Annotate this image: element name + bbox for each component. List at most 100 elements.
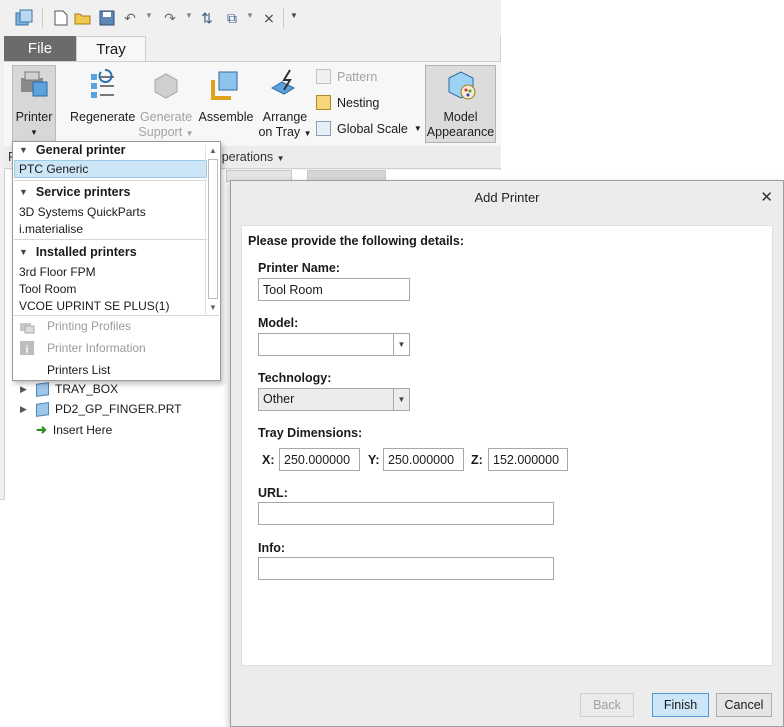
generate-support-label-line1: Generate [139, 110, 193, 124]
tray-z-input[interactable] [488, 448, 568, 471]
operations-group-label[interactable]: Operations ▼ [212, 150, 285, 164]
model-select[interactable]: ▼ [258, 333, 410, 356]
tree-item-label: Insert Here [52, 423, 113, 437]
part-icon [36, 401, 49, 417]
assemble-label: Assemble [198, 110, 254, 124]
save-icon[interactable] [97, 8, 117, 28]
close-icon[interactable]: ✕ [760, 188, 773, 206]
pattern-icon [316, 69, 331, 84]
arrange-label-line2: on Tray [258, 125, 301, 139]
printer-dropdown-arrow-icon: ▼ [30, 128, 38, 137]
dialog-title: Add Printer [474, 189, 540, 205]
collapse-icon[interactable]: ▼ [19, 247, 28, 257]
regenerate-small-icon[interactable]: ⇅ [197, 8, 217, 28]
tree-item-pd2-gp-finger[interactable]: ▶ PD2_GP_FINGER.PRT [20, 401, 182, 417]
assemble-button[interactable]: Assemble [196, 68, 256, 125]
redo-icon[interactable]: ↷ [160, 8, 180, 28]
windows-icon[interactable]: ⧉ [222, 8, 242, 28]
printer-name-input[interactable] [258, 278, 410, 301]
tray-x-input[interactable] [279, 448, 360, 471]
technology-value: Other [263, 392, 295, 406]
operations-dropdown-icon: ▼ [276, 154, 285, 163]
model-appearance-icon [448, 71, 475, 100]
printing-profiles-icon [20, 323, 35, 334]
printing-profiles-item[interactable]: Printing Profiles [19, 318, 131, 334]
tab-tray[interactable]: Tray [76, 36, 146, 62]
model-appearance-button[interactable]: Model Appearance [425, 68, 496, 140]
instructions-text: Please provide the following details: [248, 234, 465, 248]
technology-select[interactable]: Other ▼ [258, 388, 410, 411]
undo-icon[interactable]: ↶ [120, 8, 140, 28]
printer-item-3rd-floor-fpm[interactable]: 3rd Floor FPM [19, 265, 96, 279]
tray-y-input[interactable] [383, 448, 464, 471]
printer-item-3d-systems-quickparts[interactable]: 3D Systems QuickParts [19, 205, 146, 219]
tree-item-label: PD2_GP_FINGER.PRT [55, 402, 182, 416]
printer-label: Printer [15, 110, 53, 124]
global-scale-dropdown-icon: ▼ [413, 124, 422, 133]
global-scale-icon [316, 121, 331, 136]
scroll-down-icon[interactable]: ▼ [209, 303, 217, 312]
pattern-button[interactable]: Pattern [316, 69, 377, 84]
nesting-label: Nesting [337, 95, 380, 110]
global-scale-button[interactable]: Global Scale ▼ [316, 121, 422, 136]
model-appearance-label-line1: Model [443, 110, 478, 124]
windows-dropdown-icon[interactable]: ▼ [246, 11, 254, 20]
regenerate-button[interactable]: Regenerate [70, 68, 136, 125]
tree-item-tray-box[interactable]: ▶ TRAY_BOX [20, 381, 118, 397]
arrange-on-tray-button[interactable]: Arrange on Tray ▼ [256, 68, 314, 141]
chevron-down-icon[interactable]: ▼ [393, 389, 409, 410]
printer-dropdown-menu: ▼ General printer PTC Generic ▼ Service … [12, 141, 221, 381]
tree-item-insert-here[interactable]: ➜ Insert Here [36, 422, 112, 438]
printer-information-item[interactable]: i Printer Information [19, 340, 146, 356]
finish-button[interactable]: Finish [652, 693, 709, 717]
pattern-label: Pattern [337, 69, 378, 84]
close-window-icon[interactable]: ⨯ [259, 8, 279, 28]
new-file-icon[interactable] [51, 8, 71, 28]
collapse-icon[interactable]: ▼ [19, 145, 28, 155]
redo-dropdown-icon[interactable]: ▼ [185, 11, 193, 20]
arrange-label-line1: Arrange [262, 110, 308, 124]
expand-icon[interactable]: ▶ [20, 404, 30, 415]
app-menu-icon[interactable] [14, 8, 34, 28]
scrollbar-thumb[interactable] [208, 159, 218, 299]
model-label: Model: [258, 316, 299, 330]
regenerate-label: Regenerate [70, 110, 136, 124]
global-scale-label: Global Scale [337, 121, 408, 136]
divider [14, 180, 207, 181]
dialog-body: Please provide the following details: Pr… [241, 225, 773, 666]
info-input[interactable] [258, 557, 554, 580]
chevron-down-icon[interactable]: ▼ [393, 334, 409, 355]
y-label: Y: [368, 453, 380, 467]
cancel-button[interactable]: Cancel [716, 693, 772, 717]
open-folder-icon[interactable] [73, 8, 93, 28]
printer-item-i-materialise[interactable]: i.materialise [19, 222, 83, 236]
printer-button[interactable]: Printer ▼ [12, 68, 56, 140]
scroll-up-icon[interactable]: ▲ [209, 146, 217, 155]
back-button[interactable]: Back [580, 693, 634, 717]
printer-name-label: Printer Name: [258, 261, 340, 275]
regenerate-icon [91, 69, 114, 98]
printer-item-tool-room[interactable]: Tool Room [19, 282, 76, 296]
generate-support-button[interactable]: Generate Support ▼ [138, 68, 194, 141]
svg-text:i: i [25, 344, 28, 356]
undo-dropdown-icon[interactable]: ▼ [145, 11, 153, 20]
printers-list-item[interactable]: Printers List [19, 362, 110, 378]
expand-icon[interactable]: ▶ [20, 384, 30, 395]
url-input[interactable] [258, 502, 554, 525]
divider [14, 239, 207, 240]
arrange-dropdown-icon: ▼ [303, 129, 312, 138]
nesting-button[interactable]: Nesting [316, 95, 379, 110]
printer-icon [21, 71, 48, 97]
arrange-on-tray-icon [270, 69, 296, 95]
printers-list-icon [19, 362, 35, 378]
collapse-icon[interactable]: ▼ [19, 187, 28, 197]
divider [14, 315, 219, 316]
dropdown-scrollbar[interactable]: ▲ ▼ [205, 145, 219, 314]
printer-item-ptc-generic[interactable]: PTC Generic [19, 162, 88, 176]
customize-toolbar-icon[interactable]: ▼ [290, 11, 298, 20]
model-appearance-label-line2: Appearance [426, 125, 495, 139]
printer-item-vcoe-uprint[interactable]: VCOE UPRINT SE PLUS(1) [19, 299, 169, 313]
tab-file[interactable]: File [4, 36, 76, 61]
x-label: X: [262, 453, 275, 467]
ribbon-tab-bar: File Tray [0, 36, 501, 62]
